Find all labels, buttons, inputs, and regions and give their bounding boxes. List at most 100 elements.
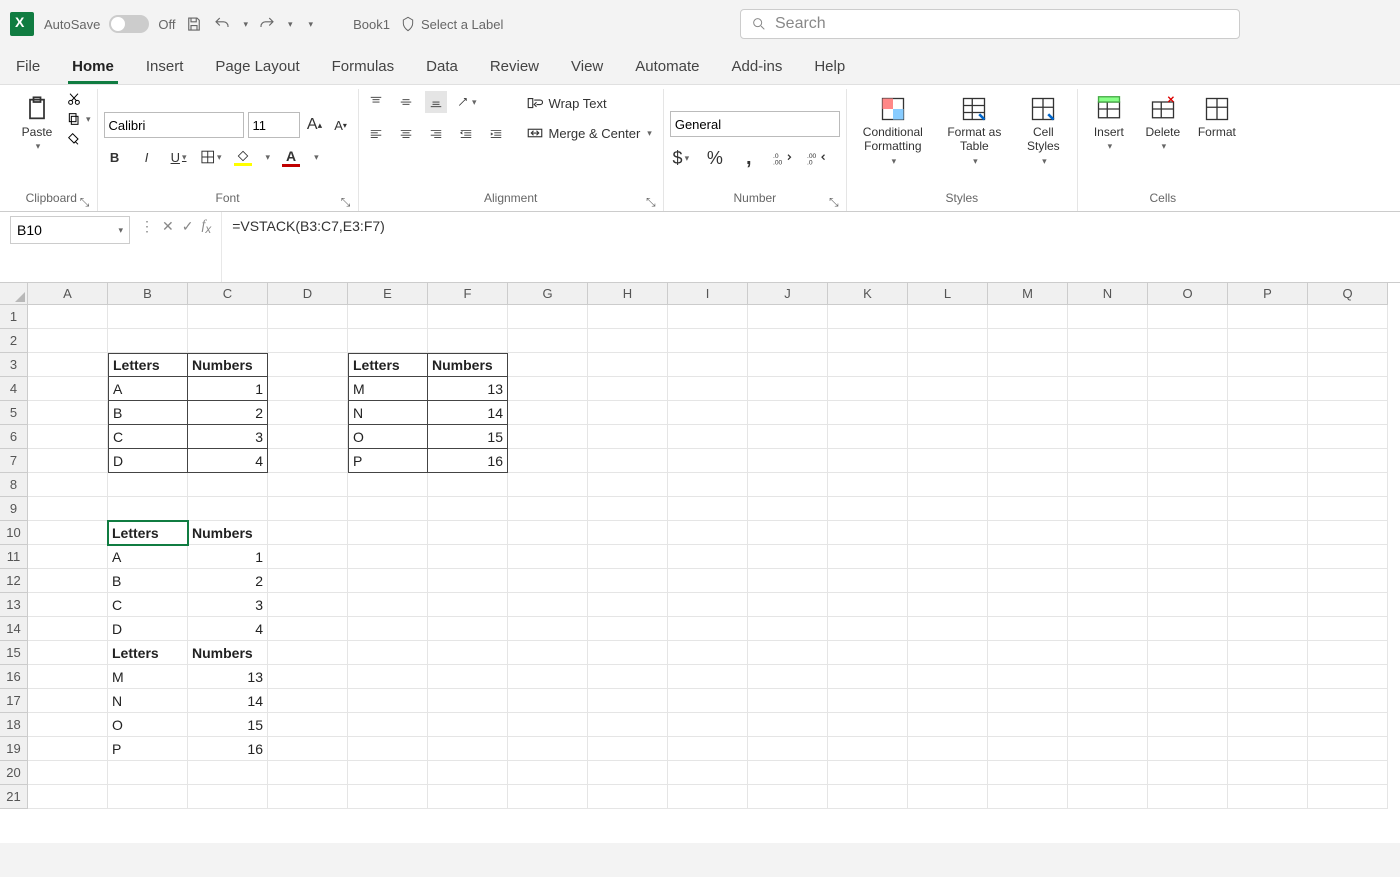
cell[interactable]: B	[108, 569, 188, 593]
cell[interactable]	[908, 329, 988, 353]
cell[interactable]: Numbers	[188, 641, 268, 665]
cell[interactable]: 15	[428, 425, 508, 449]
cell[interactable]	[748, 473, 828, 497]
paste-button[interactable]: Paste ▾	[12, 91, 62, 156]
cell[interactable]	[588, 569, 668, 593]
cell[interactable]	[268, 521, 348, 545]
cell[interactable]	[588, 353, 668, 377]
cell[interactable]	[588, 305, 668, 329]
cell[interactable]	[428, 545, 508, 569]
cell[interactable]	[1068, 665, 1148, 689]
cell[interactable]	[348, 617, 428, 641]
comma-button[interactable]: ,	[738, 147, 760, 169]
cell[interactable]	[988, 353, 1068, 377]
cell[interactable]	[1308, 329, 1388, 353]
column-header[interactable]: L	[908, 283, 988, 305]
cell[interactable]	[588, 401, 668, 425]
cell[interactable]	[828, 545, 908, 569]
cell[interactable]	[908, 665, 988, 689]
cell[interactable]	[988, 545, 1068, 569]
cell[interactable]	[908, 641, 988, 665]
redo-dropdown[interactable]: ▾	[288, 19, 293, 30]
cell[interactable]	[988, 641, 1068, 665]
cell[interactable]	[748, 689, 828, 713]
row-header[interactable]: 19	[0, 737, 28, 761]
cell[interactable]	[988, 689, 1068, 713]
insert-cells-button[interactable]: Insert▾	[1084, 91, 1134, 156]
cell[interactable]	[28, 473, 108, 497]
cell[interactable]: 2	[188, 569, 268, 593]
cell[interactable]	[268, 305, 348, 329]
cell[interactable]: M	[348, 377, 428, 401]
cell[interactable]: D	[108, 617, 188, 641]
search-box[interactable]: Search	[740, 9, 1240, 39]
row-header[interactable]: 21	[0, 785, 28, 809]
save-icon[interactable]	[185, 15, 203, 33]
cell[interactable]	[1308, 689, 1388, 713]
cell[interactable]	[1228, 449, 1308, 473]
cell[interactable]	[748, 665, 828, 689]
cell[interactable]	[28, 449, 108, 473]
cell[interactable]	[1068, 545, 1148, 569]
decrease-decimal-button[interactable]: .00.0	[806, 147, 828, 169]
align-top-button[interactable]	[365, 91, 387, 113]
bold-button[interactable]: B	[104, 146, 126, 168]
cell[interactable]	[988, 713, 1068, 737]
cell[interactable]	[268, 593, 348, 617]
cell[interactable]	[508, 473, 588, 497]
cell[interactable]	[28, 569, 108, 593]
column-header[interactable]: B	[108, 283, 188, 305]
cell[interactable]: O	[348, 425, 428, 449]
cell[interactable]	[908, 425, 988, 449]
accept-formula-button[interactable]: ✓	[182, 218, 194, 235]
tab-file[interactable]: File	[12, 52, 44, 84]
cell[interactable]	[428, 617, 508, 641]
tab-help[interactable]: Help	[810, 52, 849, 84]
tab-view[interactable]: View	[567, 52, 607, 84]
copy-button[interactable]: ▾	[66, 111, 91, 127]
cell[interactable]	[588, 617, 668, 641]
cell[interactable]: C	[108, 593, 188, 617]
cell[interactable]	[348, 689, 428, 713]
cell[interactable]	[268, 449, 348, 473]
cell[interactable]	[348, 737, 428, 761]
fx-icon[interactable]: fx	[201, 218, 211, 236]
spreadsheet-grid[interactable]: ABCDEFGHIJKLMNOPQ 1234567891011121314151…	[0, 283, 1400, 843]
cell[interactable]	[748, 545, 828, 569]
cell[interactable]	[108, 497, 188, 521]
cell[interactable]	[668, 593, 748, 617]
cell[interactable]	[908, 473, 988, 497]
cell[interactable]	[828, 425, 908, 449]
tab-insert[interactable]: Insert	[142, 52, 188, 84]
cell[interactable]	[908, 785, 988, 809]
formula-input[interactable]: =VSTACK(B3:C7,E3:F7)	[221, 212, 1400, 282]
cell[interactable]	[748, 641, 828, 665]
cell[interactable]	[1228, 665, 1308, 689]
cell[interactable]	[268, 761, 348, 785]
column-header[interactable]: G	[508, 283, 588, 305]
number-format-select[interactable]	[670, 111, 840, 137]
cell[interactable]	[668, 401, 748, 425]
cell[interactable]	[268, 425, 348, 449]
cell[interactable]	[28, 593, 108, 617]
cell[interactable]: 1	[188, 377, 268, 401]
cell[interactable]	[1308, 497, 1388, 521]
cell[interactable]	[1228, 473, 1308, 497]
cell[interactable]	[108, 329, 188, 353]
cell[interactable]	[1308, 449, 1388, 473]
alignment-launcher[interactable]: ⤡	[645, 195, 657, 207]
tab-formulas[interactable]: Formulas	[328, 52, 399, 84]
cell[interactable]	[988, 377, 1068, 401]
cell[interactable]	[588, 473, 668, 497]
cell[interactable]	[668, 617, 748, 641]
cell[interactable]: P	[348, 449, 428, 473]
orientation-button[interactable]: ▾	[455, 91, 477, 113]
column-header[interactable]: I	[668, 283, 748, 305]
cell[interactable]	[1148, 521, 1228, 545]
column-header[interactable]: E	[348, 283, 428, 305]
cell[interactable]	[668, 353, 748, 377]
cell[interactable]	[1148, 737, 1228, 761]
cell[interactable]	[908, 401, 988, 425]
cell[interactable]: N	[348, 401, 428, 425]
cell[interactable]	[988, 593, 1068, 617]
